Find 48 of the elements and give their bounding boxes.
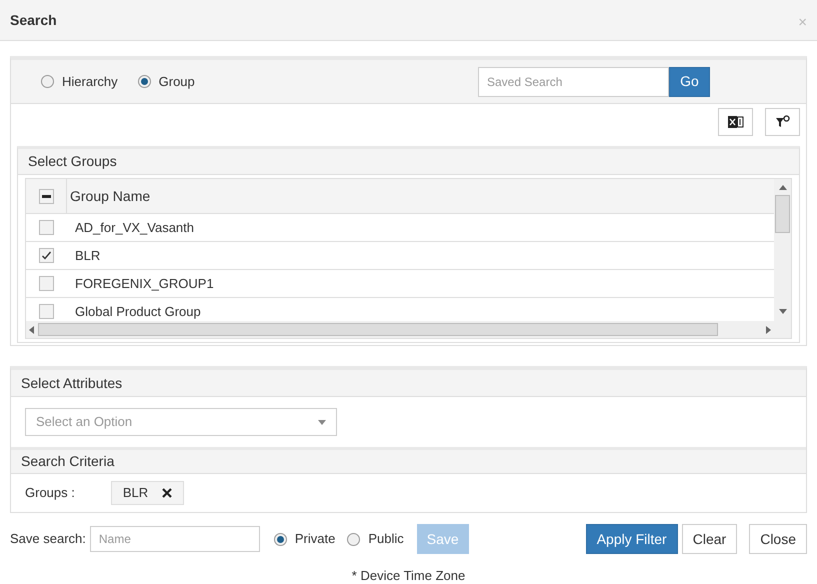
radio-button[interactable] (347, 532, 360, 546)
column-header: Group Name (69, 186, 152, 206)
radio-label: Private (294, 530, 336, 548)
spreadsheet-icon (728, 115, 744, 129)
save-search-label: Save search: (10, 530, 86, 548)
radio-button[interactable] (274, 532, 287, 546)
criteria-label: Groups : (25, 484, 75, 502)
scroll-up-icon[interactable] (778, 185, 786, 190)
saved-search-field[interactable]: Saved Search (478, 66, 669, 96)
checkbox[interactable] (39, 220, 54, 235)
checkbox[interactable] (39, 304, 54, 319)
checkbox[interactable] (39, 248, 54, 263)
radio-label: Group (158, 72, 195, 91)
check-icon (41, 250, 52, 261)
panel-title: Select Attributes (21, 374, 122, 392)
panel-title: Select Groups (28, 152, 117, 171)
radio-label: Public (368, 530, 404, 548)
table-cell-text: Global Product Group (74, 302, 202, 321)
name-field[interactable]: Name (90, 526, 260, 552)
scroll-down-icon[interactable] (778, 309, 786, 314)
action-button[interactable]: Clear (682, 524, 738, 554)
table-row[interactable]: FOREGENIX_GROUP1 (26, 270, 774, 298)
radio-button[interactable] (41, 75, 54, 88)
action-button[interactable]: Close (749, 524, 807, 554)
radio-button[interactable] (138, 75, 151, 88)
dialog-title: Search (10, 10, 57, 30)
criteria-tag: BLR (110, 481, 184, 505)
remove-icon[interactable] (162, 488, 172, 498)
vertical-scrollbar[interactable] (774, 179, 791, 338)
dropdown-caret-icon (318, 420, 326, 424)
table-row[interactable]: BLR (26, 242, 774, 270)
filter-reset-button[interactable] (765, 108, 800, 136)
checkbox[interactable] (38, 188, 54, 204)
table-row[interactable]: AD_for_VX_Vasanth (26, 214, 774, 242)
scroll-thumb[interactable] (38, 323, 718, 336)
action-button[interactable]: Apply Filter (586, 524, 678, 554)
table-cell-text: FOREGENIX_GROUP1 (74, 274, 215, 293)
scroll-thumb[interactable] (775, 195, 790, 233)
filter-refresh-icon (776, 115, 790, 129)
table-cell-text: BLR (74, 246, 102, 265)
horizontal-scrollbar[interactable] (26, 321, 774, 338)
checkbox[interactable] (39, 276, 54, 291)
radio-label: Hierarchy (62, 72, 118, 91)
excel-export-button[interactable] (718, 108, 753, 136)
panel-title: Search Criteria (21, 452, 114, 471)
go-button[interactable]: Go (669, 66, 710, 96)
table-cell-text: AD_for_VX_Vasanth (74, 218, 195, 237)
time-zone-note: * Device Time Zone (352, 567, 466, 584)
